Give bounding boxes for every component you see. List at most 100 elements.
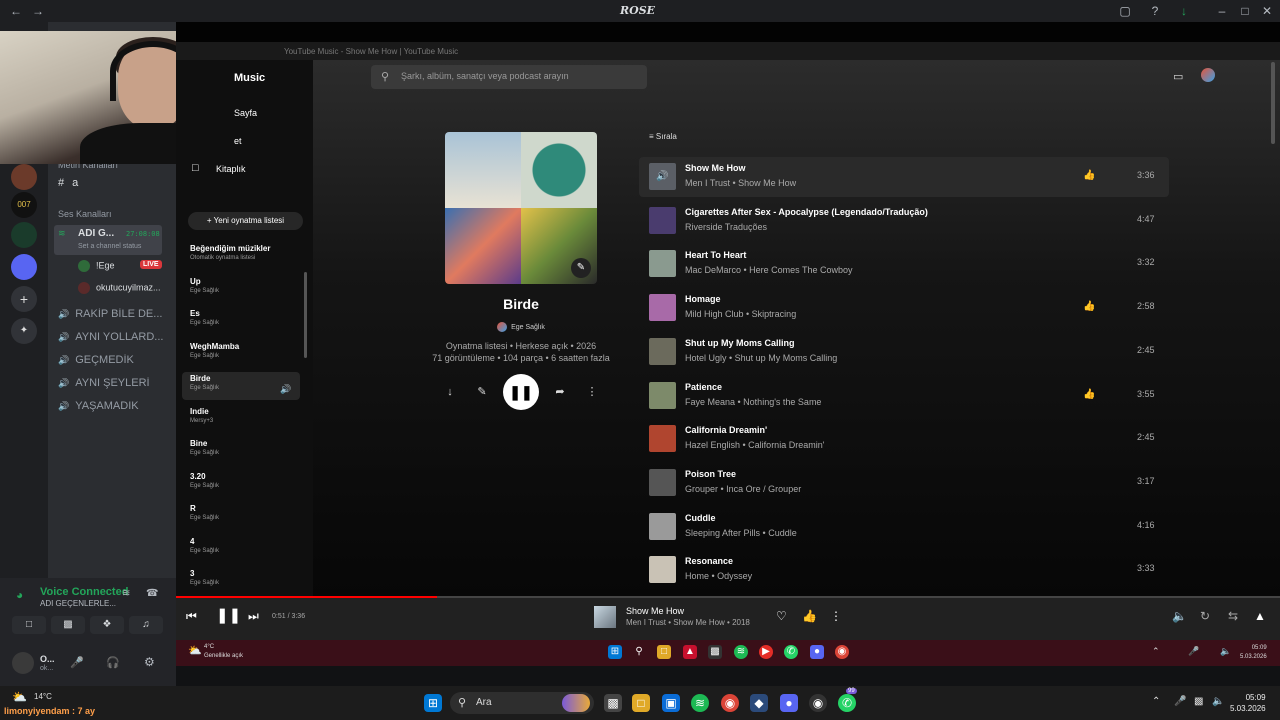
thumbs-up-icon[interactable]: 👍 (1083, 389, 1095, 400)
add-server-icon[interactable]: + (11, 286, 37, 312)
track-row[interactable]: California Dreamin' Hazel English • Calif… (639, 419, 1169, 459)
track-title[interactable]: Homage (685, 294, 721, 304)
voice-channel-item[interactable]: GEÇMEDİK (58, 354, 170, 366)
ytmusic-icon[interactable]: ▶ (759, 645, 773, 659)
headphones-icon[interactable]: 🎧 (106, 656, 120, 669)
volume-icon[interactable]: 🔈 (1220, 646, 1231, 657)
voice-member[interactable]: !Ege LIVE (78, 260, 190, 272)
track-artist-album[interactable]: Faye Meana • Nothing's the Same (685, 397, 821, 407)
more-icon[interactable]: ⋮ (830, 609, 842, 623)
track-thumbnail[interactable] (649, 556, 676, 584)
server-icon[interactable]: 007 (11, 192, 37, 218)
track-artist-album[interactable]: Mild High Club • Skiptracing (685, 309, 796, 319)
mic-icon[interactable]: 🎤 (70, 656, 84, 669)
sidebar-playlist-item[interactable]: 4 (190, 537, 194, 546)
chrome-icon[interactable]: ◉ (835, 645, 849, 659)
volume-icon[interactable]: 🔈 (1172, 609, 1187, 623)
folder-icon[interactable]: □ (657, 645, 671, 659)
sidebar-playlist-item[interactable]: Beğendiğim müzikler (190, 244, 270, 253)
sidebar-playlist-item[interactable]: 3.20 (190, 472, 206, 481)
track-artist-album[interactable]: Mac DeMarco • Here Comes The Cowboy (685, 265, 853, 275)
share-icon[interactable]: ➦ (549, 381, 571, 403)
discord-icon[interactable]: ● (810, 645, 824, 659)
chrome-icon[interactable]: ◉ (721, 694, 739, 712)
activities-icon[interactable]: ❖ (90, 616, 124, 634)
minimize-icon[interactable]: – (1215, 4, 1229, 18)
now-playing-thumbnail[interactable] (594, 606, 616, 628)
track-title[interactable]: Show Me How (685, 163, 746, 173)
back-arrow-icon[interactable]: ← (10, 4, 22, 18)
track-title[interactable]: Shut up My Moms Calling (685, 338, 795, 348)
edit-cover-icon[interactable]: ✎ (571, 258, 591, 278)
now-playing-title[interactable]: Show Me How (626, 606, 684, 616)
disconnect-icon[interactable]: ☎ (146, 588, 158, 599)
sidebar-playlist-item[interactable]: Bine (190, 439, 207, 448)
ytm-brand[interactable]: Music (234, 72, 265, 84)
inner-weather[interactable]: 4°C Genellikle açık (204, 643, 243, 661)
track-artist-album[interactable]: Sleeping After Pills • Cuddle (685, 528, 797, 538)
track-title[interactable]: California Dreamin' (685, 425, 767, 435)
shuffle-icon[interactable]: ⇆ (1228, 609, 1238, 623)
soundboard-icon[interactable]: ♫ (129, 616, 163, 634)
dislike-icon[interactable]: ♡ (776, 609, 787, 623)
sidebar-playlist-item[interactable]: R (190, 504, 196, 513)
server-icon[interactable] (11, 222, 37, 248)
pause-icon[interactable]: ❚❚ (216, 606, 241, 624)
nav-item-home[interactable]: Sayfa (234, 108, 257, 118)
voice-channel-item[interactable]: AYNI ŞEYLERİ (58, 377, 170, 389)
track-artist-album[interactable]: Hotel Ugly • Shut up My Moms Calling (685, 353, 837, 363)
voice-channel-item[interactable]: RAKİP BİLE DE... (58, 308, 170, 320)
now-playing-subtitle[interactable]: Men I Trust • Show Me How • 2018 (626, 618, 750, 627)
sidebar-playlist-item[interactable]: Indie (190, 407, 209, 416)
voice-channel-item[interactable]: YAŞAMADIK (58, 400, 170, 412)
playing-speaker-icon[interactable]: 🔊 (649, 163, 676, 190)
repeat-icon[interactable]: ↻ (1200, 609, 1210, 623)
voice-status[interactable]: Voice Connected (40, 586, 128, 598)
forward-arrow-icon[interactable]: → (32, 4, 44, 18)
sort-button[interactable]: ≡ Sırala (649, 132, 677, 141)
store-icon[interactable]: ▣ (662, 694, 680, 712)
track-artist-album[interactable]: Riverside Traduções (685, 222, 767, 232)
new-playlist-button[interactable]: + Yeni oynatma listesi (188, 212, 303, 230)
channel-status-placeholder[interactable]: Set a channel status (78, 243, 141, 250)
track-row[interactable]: Patience Faye Meana • Nothing's the Same 👍… (639, 376, 1169, 416)
maximize-icon[interactable]: □ (1238, 4, 1252, 18)
track-row[interactable]: Resonance Home • Odyssey 3:33 (639, 550, 1169, 590)
text-channel-item[interactable]: # a (58, 177, 170, 189)
mic-icon[interactable]: 🎤 (1188, 646, 1199, 657)
whatsapp-icon[interactable]: ✆ (838, 694, 856, 712)
app-icon[interactable]: ▩ (708, 645, 722, 659)
previous-icon[interactable]: ⏮ (186, 609, 197, 624)
track-row[interactable]: Shut up My Moms Calling Hotel Ugly • Shut… (639, 332, 1169, 372)
active-voice-channel[interactable]: ≋ ADI G... 27:08:08 Set a channel status (54, 225, 162, 255)
volume-icon[interactable]: 🔈 (1212, 696, 1224, 707)
file-explorer-icon[interactable]: □ (632, 694, 650, 712)
thumbs-up-icon[interactable]: 👍 (1083, 170, 1095, 181)
server-icon[interactable] (11, 164, 37, 190)
signal-icon[interactable]: ◕ (16, 588, 23, 602)
track-title[interactable]: Patience (685, 382, 722, 392)
avatar[interactable] (1201, 68, 1215, 82)
track-artist-album[interactable]: Hazel English • California Dreamin' (685, 440, 824, 450)
track-thumbnail[interactable] (649, 512, 676, 540)
display-icon[interactable]: ▩ (1194, 696, 1203, 707)
track-row[interactable]: Cigarettes After Sex - Apocalypse (Legen… (639, 201, 1169, 241)
sidebar-playlist-item[interactable]: Up (190, 277, 201, 286)
discord-icon[interactable]: ● (780, 694, 798, 712)
track-title[interactable]: Cuddle (685, 513, 716, 523)
track-row[interactable]: Cuddle Sleeping After Pills • Cuddle 4:16 (639, 507, 1169, 547)
search-icon[interactable]: ⚲ (632, 645, 646, 659)
tray-chevron-icon[interactable]: ⌃ (1152, 646, 1160, 657)
track-artist-album[interactable]: Home • Odyssey (685, 571, 752, 581)
start-icon[interactable]: ⊞ (608, 645, 622, 659)
sidebar-playlist-item[interactable]: Birde (190, 374, 210, 383)
sidebar-playlist-item[interactable]: Es (190, 309, 200, 318)
main-scrollbar[interactable] (1271, 62, 1275, 144)
taskbar-search[interactable]: ⚲ Ara (450, 692, 594, 714)
tray-chevron-icon[interactable]: ⌃ (1152, 696, 1160, 707)
download-icon[interactable]: ↓ (1177, 4, 1191, 18)
track-row[interactable]: 🔊 Show Me How Men I Trust • Show Me How 👍 3:… (639, 157, 1169, 197)
server-icon[interactable] (11, 254, 37, 280)
app-icon[interactable]: ◉ (809, 694, 827, 712)
track-title[interactable]: Resonance (685, 556, 733, 566)
